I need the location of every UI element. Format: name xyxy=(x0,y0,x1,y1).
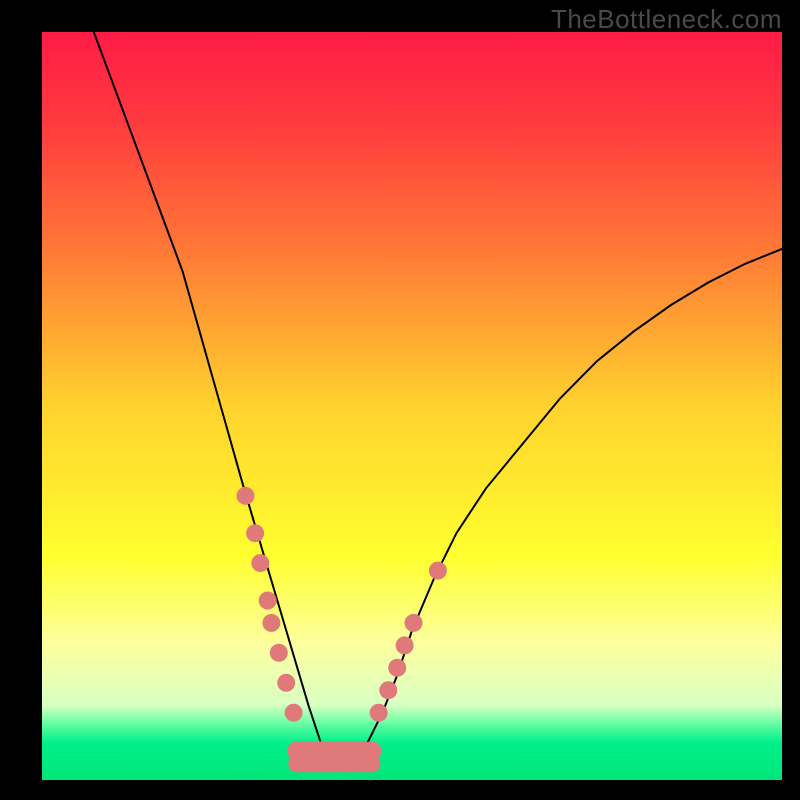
watermark-text: TheBottleneck.com xyxy=(551,4,782,35)
gradient-background xyxy=(42,32,782,780)
chart-frame: TheBottleneck.com xyxy=(0,0,800,800)
bottleneck-chart xyxy=(42,32,782,780)
valley-fill xyxy=(287,741,381,772)
plot-area xyxy=(42,32,782,780)
